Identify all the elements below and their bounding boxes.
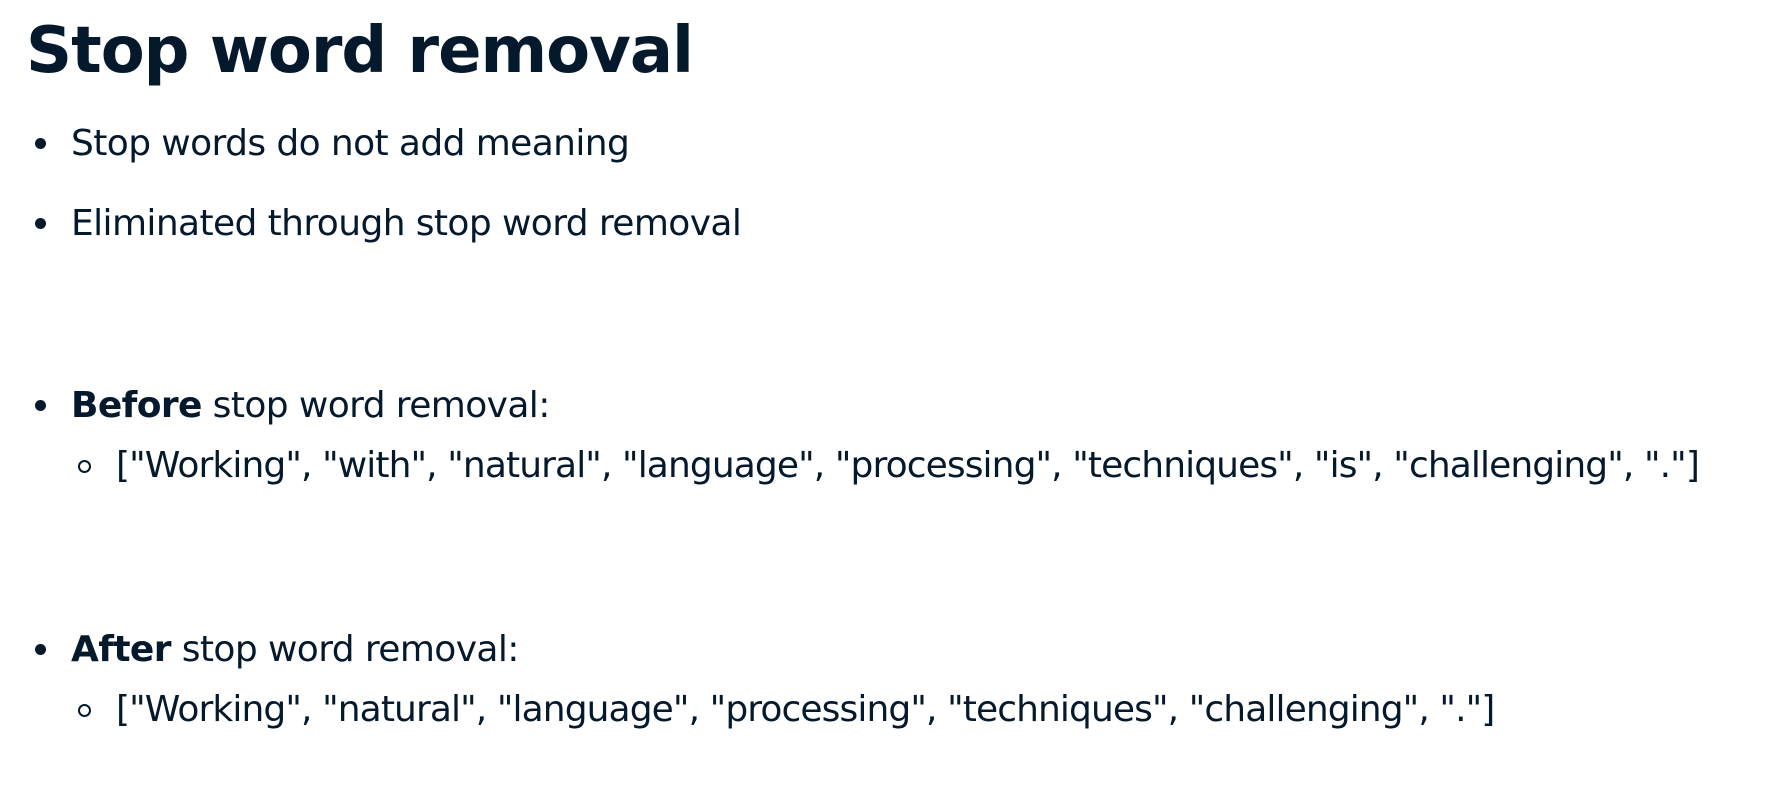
page-title: Stop word removal — [26, 14, 694, 88]
after-heading-rest: stop word removal: — [170, 629, 520, 670]
before-heading-rest: stop word removal: — [201, 385, 551, 426]
bullet-dot-icon — [35, 644, 46, 655]
before-heading: Before stop word removal: — [71, 384, 550, 428]
after-label: After — [71, 629, 172, 670]
sub-bullet-circle-icon — [78, 460, 91, 473]
sub-bullet-circle-icon — [78, 704, 91, 717]
bullet-dot-icon — [35, 138, 46, 149]
bullet-dot-icon — [35, 400, 46, 411]
after-heading: After stop word removal: — [71, 628, 519, 672]
before-tokens: ["Working", "with", "natural", "language… — [116, 445, 1700, 486]
bullet-text: Stop words do not add meaning — [71, 123, 630, 164]
after-tokens: ["Working", "natural", "language", "proc… — [116, 689, 1495, 730]
bullet-dot-icon — [35, 218, 46, 229]
bullet-text: Eliminated through stop word removal — [71, 203, 742, 244]
slide: Stop word removal Stop words do not add … — [0, 0, 1788, 806]
before-label: Before — [71, 385, 202, 426]
